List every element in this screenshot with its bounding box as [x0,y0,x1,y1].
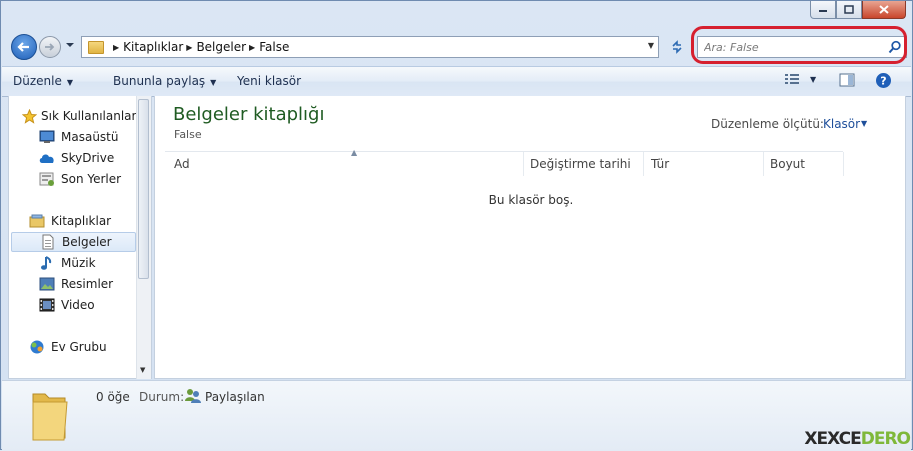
breadcrumb-item-false[interactable]: False [259,40,289,54]
video-icon [39,297,55,313]
libraries-icon [29,213,45,229]
library-title: Belgeler kitaplığı [173,104,325,125]
music-note-icon [39,255,55,271]
breadcrumb-arrow-icon[interactable]: ▶ [249,43,255,52]
cloud-icon [39,150,55,166]
address-row: ▶ Kitaplıklar ▶ Belgeler ▶ False ▼ [9,34,907,60]
empty-folder-message: Bu klasör boş. [488,193,574,207]
close-icon [879,5,889,14]
share-with-label: Bununla paylaş [113,74,206,88]
column-name[interactable]: Ad [174,157,190,171]
help-button[interactable]: ? [875,72,892,89]
pictures-icon [39,276,55,292]
new-folder-label: Yeni klasör [237,74,302,88]
organize-button[interactable]: Düzenle ▼ [13,74,73,88]
caption-buttons [810,1,906,19]
new-folder-button[interactable]: Yeni klasör [237,74,301,88]
folder-icon [32,393,68,441]
sidebar-item-label: SkyDrive [61,151,115,165]
maximize-button[interactable] [836,1,862,19]
content-pane: Belgeler kitaplığı False Düzenleme ölçüt… [154,96,906,379]
sidebar-item-favorites[interactable]: Sık Kullanılanlar [21,106,150,126]
desktop-icon [39,129,55,145]
forward-button[interactable] [39,36,61,58]
sidebar-item-label: Sık Kullanılanlar [41,109,137,123]
search-field[interactable] [697,36,907,58]
chevron-down-icon: ▼ [210,78,217,87]
view-options-button[interactable]: ▼ [784,72,816,86]
sidebar-item-label: Masaüstü [61,130,119,144]
search-icon[interactable] [888,40,902,54]
state-label: Durum: [139,390,185,404]
details-view-icon [785,74,799,84]
sidebar-item-label: Müzik [61,256,96,270]
minimize-button[interactable] [810,1,836,19]
preview-pane-icon [839,73,855,87]
watermark-logo: XEXCEDERO [804,429,911,449]
svg-text:?: ? [880,75,886,88]
document-icon [40,234,56,250]
column-divider[interactable] [763,152,764,176]
state-value: Paylaşılan [205,390,265,404]
column-divider[interactable] [843,152,844,176]
sidebar-item-label: Belgeler [62,235,112,249]
column-header: ▲ Ad Değiştirme tarihi Tür Boyut [165,148,844,176]
scrollbar-thumb[interactable] [138,99,149,279]
refresh-icon [672,40,682,54]
column-divider[interactable] [643,152,644,176]
sidebar-item-documents[interactable]: Belgeler [11,232,136,252]
back-button[interactable] [11,34,37,60]
folder-icon [88,40,104,54]
sidebar-item-label: Kitaplıklar [51,214,112,228]
item-count: 0 öğe [96,390,130,404]
address-bar[interactable]: ▶ Kitaplıklar ▶ Belgeler ▶ False ▼ [81,36,659,58]
forward-arrow-icon [45,43,55,51]
arrange-by-dropdown[interactable]: Klasör [823,117,860,131]
column-type[interactable]: Tür [651,157,669,171]
share-with-button[interactable]: Bununla paylaş ▼ [113,74,216,88]
search-input[interactable] [704,39,879,55]
command-bar: Düzenle ▼ Bununla paylaş ▼ Yeni klasör ▼ ? [2,66,911,97]
column-divider[interactable] [523,152,524,176]
navigation-pane: Sık Kullanılanlar Masaüstü SkyDrive Son … [8,96,152,379]
address-dropdown-icon[interactable]: ▼ [648,41,654,50]
close-button[interactable] [862,1,906,19]
homegroup-icon [29,339,45,355]
library-subtitle: False [174,128,202,141]
recent-places-icon [39,171,55,187]
chevron-down-icon[interactable]: ▼ [861,119,867,128]
sidebar-item-label: Son Yerler [61,172,122,186]
sidebar-item-label: Ev Grubu [51,340,107,354]
explorer-window: ▶ Kitaplıklar ▶ Belgeler ▶ False ▼ Düzen… [0,0,913,451]
navigation-scrollbar[interactable]: ▼ [136,96,151,379]
star-icon [21,108,37,124]
recent-pages-icon[interactable] [65,41,75,49]
breadcrumb-item-libraries[interactable]: Kitaplıklar [123,40,183,54]
column-size[interactable]: Boyut [770,157,805,171]
refresh-button[interactable] [666,36,688,58]
shared-users-icon [185,389,201,403]
help-icon: ? [876,73,891,88]
details-pane: 0 öğe Durum: Paylaşılan [2,380,911,451]
breadcrumb-arrow-icon[interactable]: ▶ [113,43,119,52]
column-date-modified[interactable]: Değiştirme tarihi [530,157,631,171]
breadcrumb-arrow-icon[interactable]: ▶ [186,43,192,52]
maximize-icon [844,5,854,14]
arrange-by-label: Düzenleme ölçütü: [711,117,824,131]
chevron-down-icon[interactable]: ▼ [810,75,816,84]
breadcrumb-item-documents[interactable]: Belgeler [196,40,246,54]
sidebar-item-label: Video [61,298,95,312]
sort-ascending-icon: ▲ [351,148,358,157]
scroll-down-icon[interactable]: ▼ [140,366,145,374]
organize-label: Düzenle [13,74,62,88]
chevron-down-icon: ▼ [66,78,74,87]
preview-pane-button[interactable] [839,72,855,88]
minimize-icon [819,9,827,12]
sidebar-item-label: Resimler [61,277,114,291]
back-arrow-icon [17,42,29,52]
